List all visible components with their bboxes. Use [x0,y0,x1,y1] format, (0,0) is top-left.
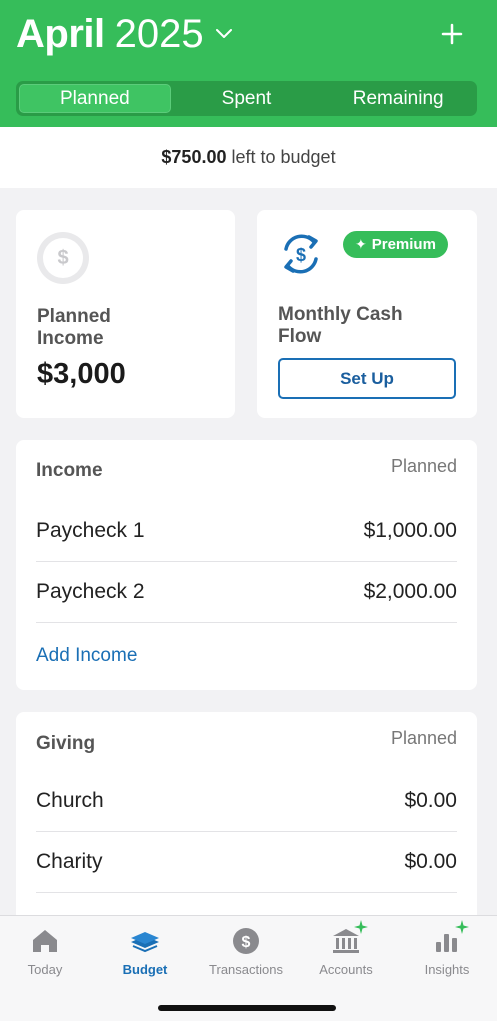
tab-spent[interactable]: Spent [171,84,323,113]
tab-label: Budget [122,962,168,977]
header: April 2025 Planned Spent Remaining [0,0,497,127]
row-name: Church [36,789,104,812]
income-section: Income Planned Paycheck 1 $1,000.00 Payc… [16,440,477,690]
chart-icon [429,920,469,956]
income-row[interactable]: Paycheck 2 $2,000.00 [36,562,457,623]
cash-flow-card: $ ✦ Premium Monthly Cash Flow Set Up [257,210,477,418]
bank-icon [328,920,368,956]
section-title[interactable]: Giving [36,733,95,755]
add-button[interactable] [432,14,472,54]
tab-label: Today [27,962,63,977]
budget-screen: April 2025 Planned Spent Remaining $750.… [0,0,497,1021]
chevron-down-icon [215,29,232,39]
month-selector[interactable]: April 2025 [16,10,232,58]
row-amount[interactable]: $0.00 [404,850,457,874]
view-segmented-control: Planned Spent Remaining [16,81,477,116]
sparkle-icon [455,920,469,934]
premium-badge: ✦ Premium [343,231,448,258]
cash-flow-icon: $ [284,234,318,274]
left-to-budget-amount: $750.00 [161,147,227,167]
sparkle-icon [354,920,368,934]
row-name: Charity [36,850,103,873]
income-row[interactable]: Paycheck 1 $1,000.00 [36,501,457,562]
row-amount[interactable]: $1,000.00 [364,519,457,543]
tab-transactions[interactable]: $ Transactions [196,926,296,986]
row-amount[interactable]: $2,000.00 [364,580,457,604]
month-label: April [16,11,105,56]
giving-row[interactable]: Charity $0.00 [36,832,457,893]
set-up-button[interactable]: Set Up [278,358,456,399]
tab-remaining[interactable]: Remaining [322,84,474,113]
row-name: Paycheck 1 [36,519,145,542]
premium-label: Premium [371,236,436,253]
dollar-circle-icon: $ [37,232,89,284]
home-icon [27,926,63,956]
column-header-planned: Planned [390,456,457,476]
tab-insights[interactable]: Insights [397,920,497,986]
add-income-link[interactable]: Add Income [36,645,137,667]
planned-income-label: Planned Income [37,306,111,349]
column-header-planned: Planned [390,728,457,748]
left-to-budget-text: left to budget [231,147,336,167]
sparkle-icon: ✦ [355,236,367,252]
giving-row[interactable]: Church $0.00 [36,771,457,832]
svg-text:$: $ [242,934,251,951]
tab-label: Transactions [209,962,283,977]
tab-accounts[interactable]: Accounts [296,920,396,986]
row-amount[interactable]: $0.00 [404,789,457,813]
tab-budget[interactable]: Budget [95,926,195,986]
cash-flow-label: Monthly Cash Flow [278,304,403,347]
svg-text:$: $ [296,245,306,265]
dollar-icon: $ [228,926,264,956]
budget-icon [127,926,163,956]
home-indicator[interactable] [158,1005,336,1011]
section-title[interactable]: Income [36,460,103,482]
planned-income-card[interactable]: $ Planned Income $3,000 [16,210,235,418]
tab-label: Accounts [319,962,373,977]
row-name: Paycheck 2 [36,580,145,603]
plus-icon [441,23,463,45]
year-label: 2025 [114,11,204,56]
tab-today[interactable]: Today [0,926,95,986]
tab-planned[interactable]: Planned [19,84,171,113]
tab-label: Insights [424,962,470,977]
left-to-budget-banner: $750.00 left to budget [0,127,497,188]
planned-income-amount: $3,000 [37,358,126,390]
